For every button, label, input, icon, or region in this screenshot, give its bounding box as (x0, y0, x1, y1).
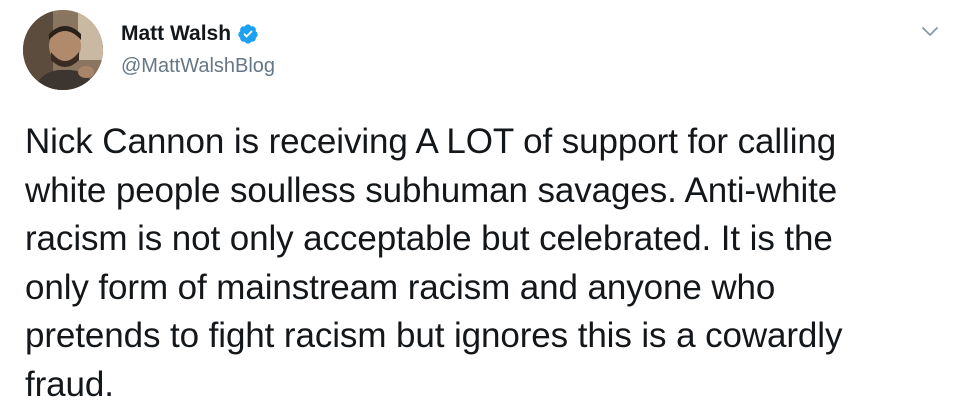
verified-badge-icon (237, 23, 259, 45)
avatar-photo (23, 10, 103, 90)
author-handle[interactable]: @MattWalshBlog (121, 54, 275, 78)
tweet-card: Matt Walsh @MattWalshBlog Nick Cannon is… (0, 0, 962, 406)
avatar[interactable] (23, 10, 103, 90)
author-name-row[interactable]: Matt Walsh (121, 20, 259, 48)
chevron-down-icon[interactable] (918, 22, 942, 42)
tweet-text: Nick Cannon is receiving A LOT of suppor… (25, 122, 843, 404)
author-display-name[interactable]: Matt Walsh (121, 21, 231, 47)
